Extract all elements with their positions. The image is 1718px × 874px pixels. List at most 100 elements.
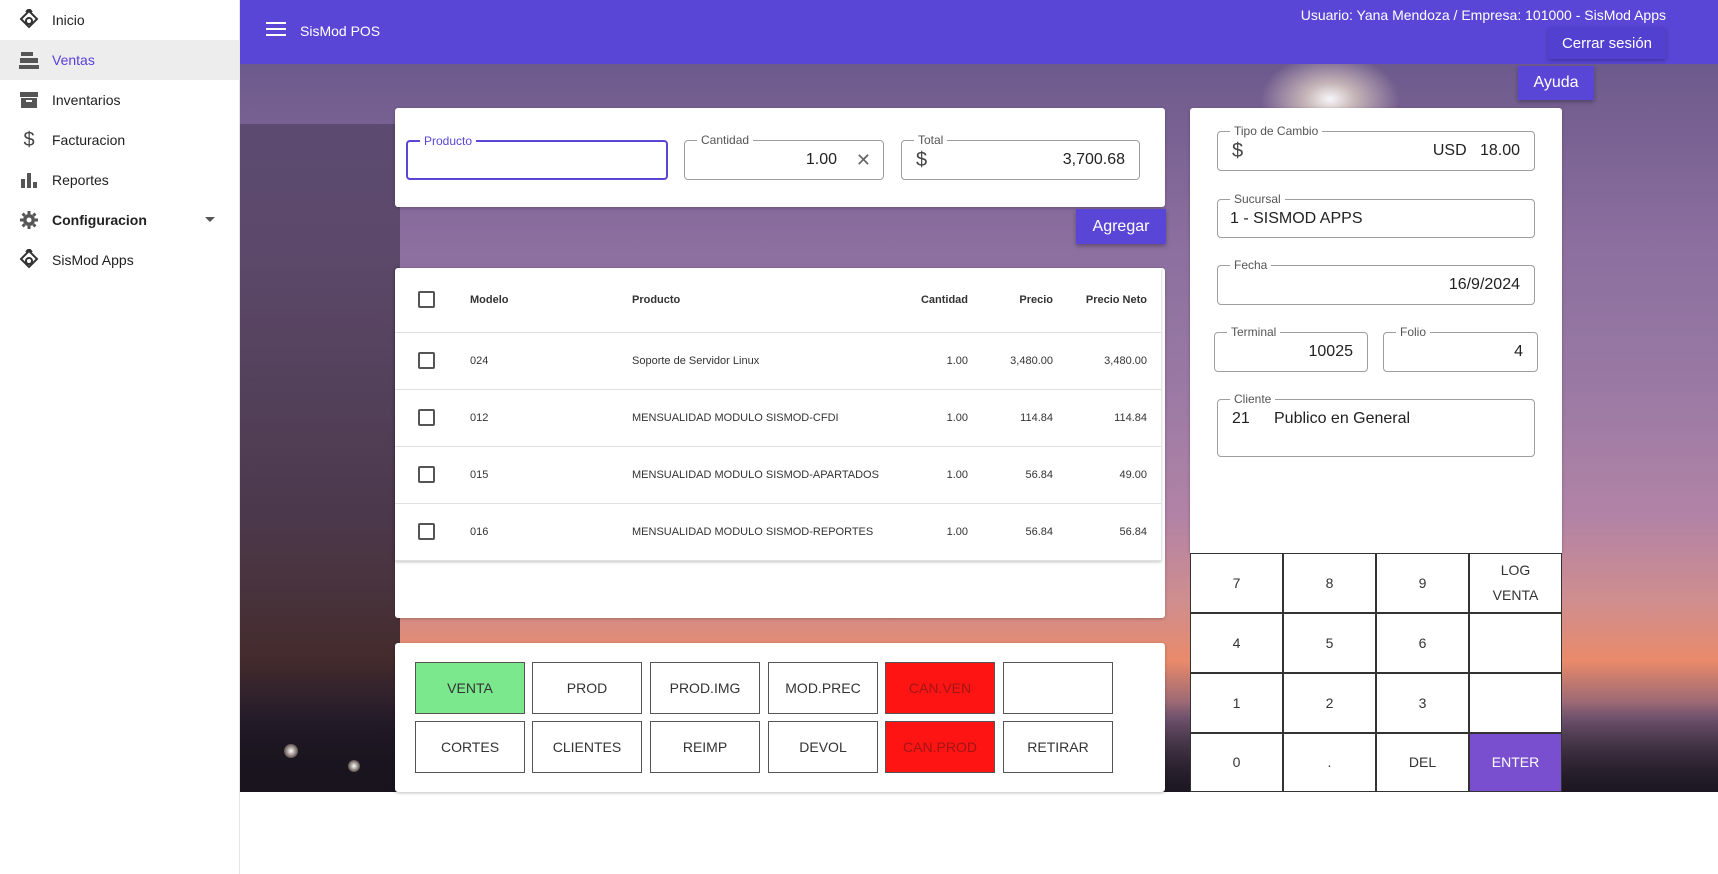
exchange-rate-label: Tipo de Cambio bbox=[1230, 124, 1323, 138]
sidebar-item-inventarios[interactable]: Inventarios bbox=[0, 80, 239, 120]
table-container: Modelo Producto Cantidad Precio Precio N… bbox=[395, 268, 1161, 561]
select-all-checkbox[interactable] bbox=[418, 291, 435, 309]
folio-field: Folio 4 bbox=[1383, 325, 1538, 372]
cancel-sale-button[interactable]: CAN.VEN bbox=[885, 662, 995, 714]
cell-producto: MENSUALIDAD MODULO SISMOD-REPORTES bbox=[632, 503, 902, 561]
cell-producto: MENSUALIDAD MODULO SISMOD-CFDI bbox=[632, 389, 902, 447]
key-blank[interactable] bbox=[1469, 673, 1562, 733]
sidebar-item-reportes[interactable]: Reportes bbox=[0, 160, 239, 200]
quantity-field[interactable]: Cantidad 1.00 ✕ bbox=[684, 133, 884, 180]
mod-prec-button[interactable]: MOD.PREC bbox=[768, 662, 878, 714]
devol-button[interactable]: DEVOL bbox=[768, 721, 878, 773]
venta-button[interactable]: VENTA bbox=[415, 662, 525, 714]
row-checkbox[interactable] bbox=[418, 466, 435, 483]
prod-button[interactable]: PROD bbox=[532, 662, 642, 714]
empty-function-button[interactable] bbox=[1003, 662, 1113, 714]
exchange-rate-value: USD 18.00 bbox=[1432, 142, 1520, 159]
reimp-button[interactable]: REIMP bbox=[650, 721, 760, 773]
sidebar-item-label: Reportes bbox=[52, 172, 109, 188]
clear-icon[interactable]: ✕ bbox=[856, 141, 871, 179]
cell-precio: 114.84 bbox=[968, 389, 1053, 447]
table-header-row: Modelo Producto Cantidad Precio Precio N… bbox=[395, 268, 1161, 333]
col-modelo[interactable]: Modelo bbox=[470, 268, 632, 333]
chevron-down-icon[interactable] bbox=[205, 217, 215, 222]
dollar-icon: $ bbox=[1232, 139, 1244, 162]
key-4[interactable]: 4 bbox=[1190, 613, 1283, 673]
table-row[interactable]: 012 MENSUALIDAD MODULO SISMOD-CFDI 1.00 … bbox=[395, 389, 1161, 447]
key-5[interactable]: 5 bbox=[1283, 613, 1376, 673]
prod-img-button[interactable]: PROD.IMG bbox=[650, 662, 760, 714]
sidebar: Inicio Ventas Inventarios $ Facturacion … bbox=[0, 0, 240, 874]
key-9[interactable]: 9 bbox=[1376, 553, 1469, 613]
branch-field[interactable]: Sucursal 1 - SISMOD APPS bbox=[1217, 192, 1535, 238]
background-trees bbox=[240, 124, 400, 792]
col-producto[interactable]: Producto bbox=[632, 268, 902, 333]
key-2[interactable]: 2 bbox=[1283, 673, 1376, 733]
col-cantidad[interactable]: Cantidad bbox=[902, 268, 968, 333]
sidebar-item-facturacion[interactable]: $ Facturacion bbox=[0, 120, 239, 160]
clientes-button[interactable]: CLIENTES bbox=[532, 721, 642, 773]
table-row[interactable]: 016 MENSUALIDAD MODULO SISMOD-REPORTES 1… bbox=[395, 503, 1161, 561]
archive-icon bbox=[18, 89, 40, 111]
key-blank[interactable] bbox=[1469, 613, 1562, 673]
col-precio-neto[interactable]: Precio Neto bbox=[1053, 268, 1161, 333]
cell-cantidad: 1.00 bbox=[902, 332, 968, 390]
client-name: Publico en General bbox=[1274, 410, 1411, 427]
product-field[interactable]: Producto bbox=[406, 134, 668, 180]
col-precio[interactable]: Precio bbox=[968, 268, 1053, 333]
table-row[interactable]: 015 MENSUALIDAD MODULO SISMOD-APARTADOS … bbox=[395, 446, 1161, 504]
table-row[interactable]: 024 Soporte de Servidor Linux 1.00 3,480… bbox=[395, 332, 1161, 390]
sidebar-item-ventas[interactable]: Ventas bbox=[0, 40, 239, 80]
dollar-icon: $ bbox=[916, 148, 928, 171]
row-select-cell bbox=[395, 446, 470, 504]
cell-modelo: 012 bbox=[470, 389, 632, 447]
row-checkbox[interactable] bbox=[418, 523, 435, 540]
add-button[interactable]: Agregar bbox=[1076, 209, 1166, 244]
row-checkbox[interactable] bbox=[418, 409, 435, 426]
key-8[interactable]: 8 bbox=[1283, 553, 1376, 613]
total-field: Total $ 3,700.68 bbox=[901, 133, 1140, 180]
sidebar-item-sismod-apps[interactable]: SisMod Apps bbox=[0, 240, 239, 280]
key-7[interactable]: 7 bbox=[1190, 553, 1283, 613]
sidebar-item-configuracion[interactable]: Configuracion bbox=[0, 200, 239, 240]
product-entry-card: Producto Cantidad 1.00 ✕ Total $ 3,700.6… bbox=[395, 108, 1165, 207]
key-del[interactable]: DEL bbox=[1376, 733, 1469, 792]
cell-precio: 3,480.00 bbox=[968, 332, 1053, 390]
sidebar-item-inicio[interactable]: Inicio bbox=[0, 0, 239, 40]
quantity-label: Cantidad bbox=[697, 133, 754, 147]
terminal-label: Terminal bbox=[1227, 325, 1281, 339]
cell-producto: Soporte de Servidor Linux bbox=[632, 332, 902, 390]
total-value: 3,700.68 bbox=[1062, 151, 1125, 168]
cell-precio: 56.84 bbox=[968, 446, 1053, 504]
branch-value: 1 - SISMOD APPS bbox=[1230, 209, 1363, 227]
client-field[interactable]: Cliente 21 Publico en General bbox=[1217, 392, 1535, 457]
cell-precio-neto: 114.84 bbox=[1053, 389, 1161, 447]
user-info: Usuario: Yana Mendoza / Empresa: 101000 … bbox=[1300, 7, 1666, 23]
cell-cantidad: 1.00 bbox=[902, 389, 968, 447]
key-enter[interactable]: ENTER bbox=[1469, 733, 1562, 792]
key-3[interactable]: 3 bbox=[1376, 673, 1469, 733]
sidebar-item-label: Inicio bbox=[52, 12, 85, 28]
select-all-cell bbox=[395, 268, 470, 333]
key-0[interactable]: 0 bbox=[1190, 733, 1283, 792]
key-1[interactable]: 1 bbox=[1190, 673, 1283, 733]
key-log-venta[interactable]: LOG VENTA bbox=[1469, 553, 1562, 613]
app-title: SisMod POS bbox=[300, 23, 381, 39]
quantity-value: 1.00 bbox=[805, 151, 837, 168]
row-checkbox[interactable] bbox=[418, 352, 435, 369]
key-dot[interactable]: . bbox=[1283, 733, 1376, 792]
cortes-button[interactable]: CORTES bbox=[415, 721, 525, 773]
cell-precio-neto: 3,480.00 bbox=[1053, 332, 1161, 390]
cell-cantidad: 1.00 bbox=[902, 503, 968, 561]
date-label: Fecha bbox=[1230, 258, 1272, 272]
retirar-button[interactable]: RETIRAR bbox=[1003, 721, 1113, 773]
folio-value: 4 bbox=[1514, 343, 1523, 360]
logout-button[interactable]: Cerrar sesión bbox=[1547, 27, 1666, 59]
key-6[interactable]: 6 bbox=[1376, 613, 1469, 673]
menu-icon[interactable] bbox=[266, 22, 286, 38]
help-button[interactable]: Ayuda bbox=[1518, 66, 1594, 100]
cell-precio-neto: 49.00 bbox=[1053, 446, 1161, 504]
cancel-product-button[interactable]: CAN.PROD bbox=[885, 721, 995, 773]
terminal-field: Terminal 10025 bbox=[1214, 325, 1368, 372]
function-buttons-card: VENTA PROD PROD.IMG MOD.PREC CAN.VEN COR… bbox=[395, 643, 1165, 792]
